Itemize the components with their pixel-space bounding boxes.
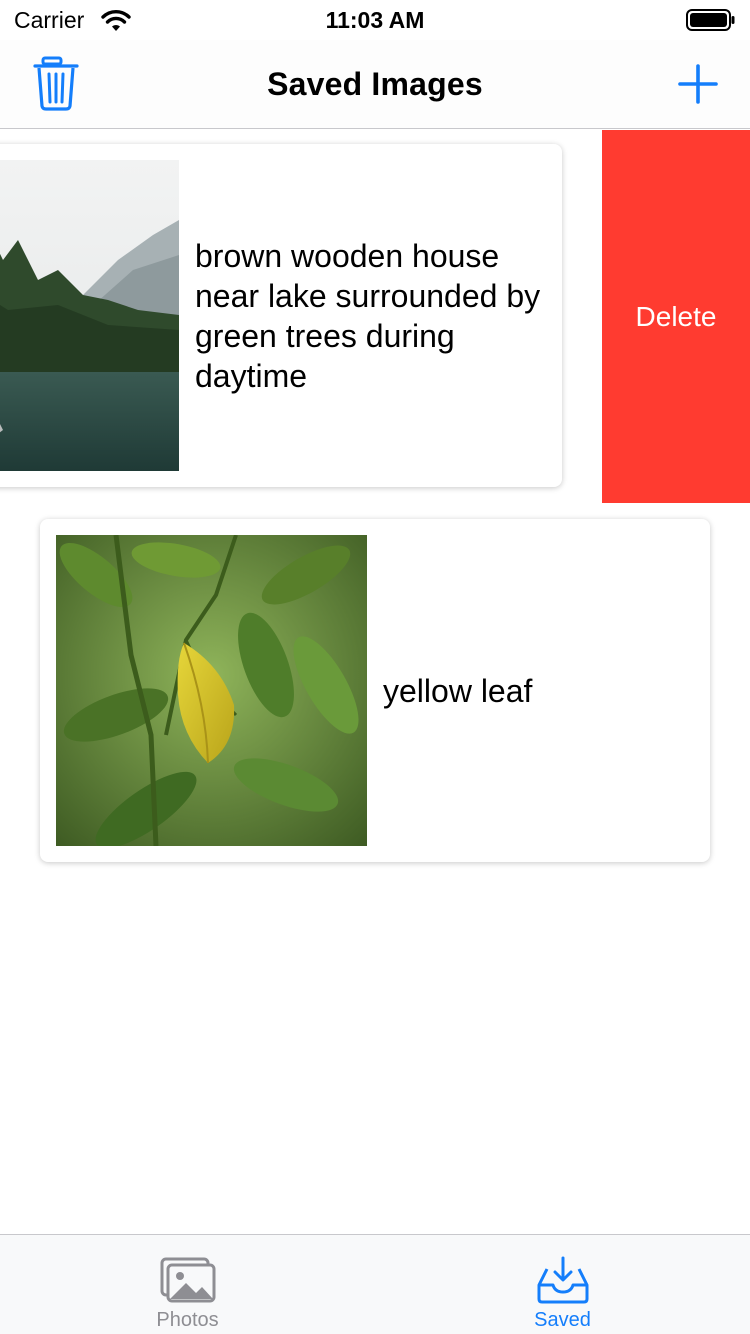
navigation-bar: Saved Images xyxy=(0,40,750,129)
add-image-button[interactable] xyxy=(676,62,720,106)
tab-saved-label: Saved xyxy=(534,1309,591,1331)
saved-images-list[interactable]: Delete brown wooden house near lake surr… xyxy=(0,130,750,1234)
image-caption: brown wooden house near lake surrounded … xyxy=(195,237,541,394)
tab-saved[interactable]: Saved xyxy=(375,1235,750,1334)
photos-icon xyxy=(160,1257,215,1303)
image-caption: yellow leaf xyxy=(383,672,533,709)
tab-photos[interactable]: Photos xyxy=(0,1235,375,1334)
status-bar: Carrier 11:03 AM xyxy=(0,0,750,40)
saved-image-card[interactable]: yellow leaf xyxy=(40,519,710,862)
plus-icon xyxy=(678,64,718,104)
page-title: Saved Images xyxy=(267,66,483,102)
status-time: 11:03 AM xyxy=(325,7,425,33)
yellow-leaf-photo xyxy=(56,535,367,846)
image-thumbnail xyxy=(56,535,367,846)
tab-photos-label: Photos xyxy=(156,1309,219,1331)
delete-label: Delete xyxy=(635,300,717,332)
saved-image-card[interactable]: brown wooden house near lake surrounded … xyxy=(0,144,562,487)
lake-house-photo xyxy=(0,160,179,471)
tab-bar: Photos Saved xyxy=(0,1234,750,1334)
battery-icon xyxy=(686,9,735,31)
swipe-delete-button[interactable]: Delete xyxy=(602,130,750,503)
tray-download-icon xyxy=(537,1256,588,1304)
image-thumbnail xyxy=(0,160,179,471)
